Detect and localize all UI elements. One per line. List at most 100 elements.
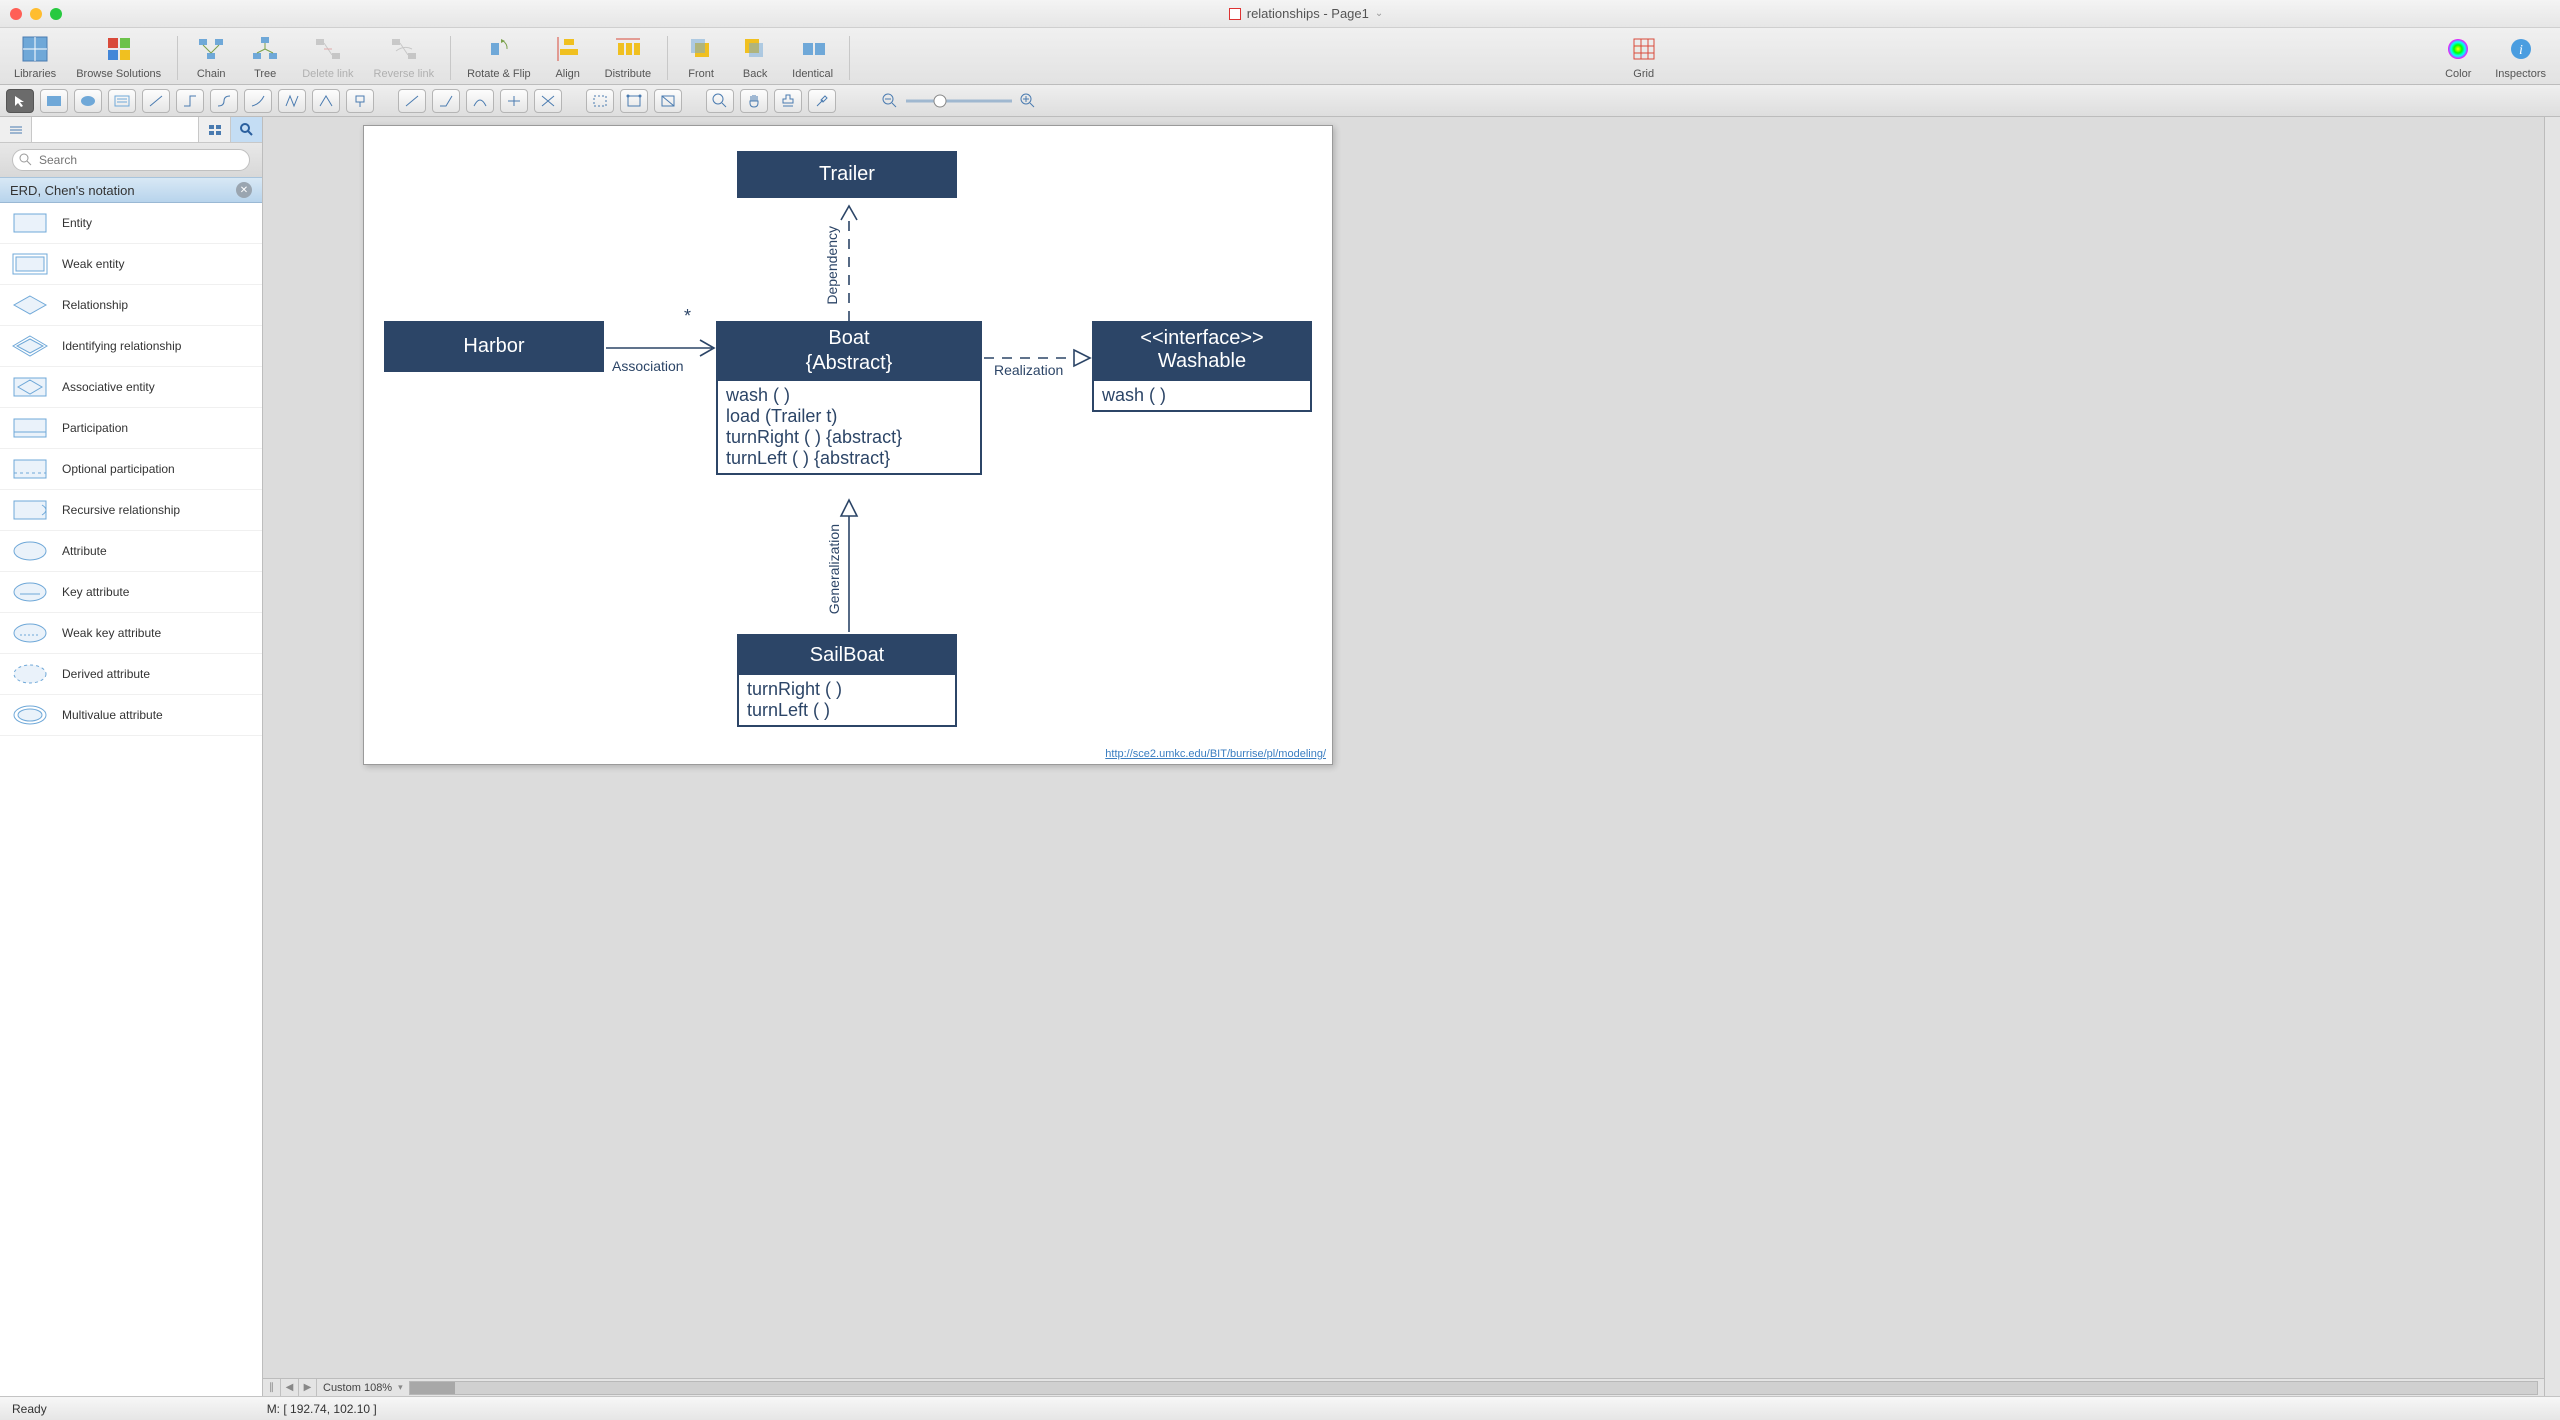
shape-item[interactable]: Relationship xyxy=(0,285,262,326)
dependency-label: Dependency xyxy=(824,226,840,305)
page-next-icon[interactable]: ▶ xyxy=(299,1379,317,1397)
line-tool-1[interactable] xyxy=(398,89,426,113)
shape-item[interactable]: Recursive relationship xyxy=(0,490,262,531)
search-icon xyxy=(19,153,33,167)
shape-item[interactable]: Participation xyxy=(0,408,262,449)
delete-link-label: Delete link xyxy=(302,68,353,84)
ellipse-tool[interactable] xyxy=(74,89,102,113)
shape-item[interactable]: Associative entity xyxy=(0,367,262,408)
back-button[interactable]: Back xyxy=(728,32,782,84)
conn-tool-7[interactable] xyxy=(346,89,374,113)
stamp-tool[interactable] xyxy=(774,89,802,113)
grid-view-icon[interactable] xyxy=(198,117,230,142)
conn-tool-6[interactable] xyxy=(312,89,340,113)
shape-item[interactable]: Identifying relationship xyxy=(0,326,262,367)
rotate-flip-label: Rotate & Flip xyxy=(467,68,531,84)
tool-palette xyxy=(0,85,2560,117)
window-controls xyxy=(10,8,62,20)
v-scrollbar[interactable] xyxy=(2544,117,2560,1396)
shape-item[interactable]: Multivalue attribute xyxy=(0,695,262,736)
conn-tool-2[interactable] xyxy=(176,89,204,113)
sidebar: ERD, Chen's notation ✕ Entity Weak entit… xyxy=(0,117,263,1396)
canvas-area[interactable]: Trailer Harbor Boat {Abstract} wash ( ) … xyxy=(263,117,2544,1378)
search-view-icon[interactable] xyxy=(230,117,262,142)
edit-tool-3[interactable] xyxy=(654,89,682,113)
footer-link[interactable]: http://sce2.umkc.edu/BIT/burrise/pl/mode… xyxy=(1105,748,1326,760)
close-window-icon[interactable] xyxy=(10,8,22,20)
pointer-tool[interactable] xyxy=(6,89,34,113)
h-scrollbar[interactable] xyxy=(409,1381,2538,1395)
zoom-in-icon[interactable] xyxy=(1020,93,1036,109)
shape-item[interactable]: Attribute xyxy=(0,531,262,572)
libraries-button[interactable]: Libraries xyxy=(4,32,66,84)
shape-item[interactable]: Weak entity xyxy=(0,244,262,285)
align-label: Align xyxy=(555,68,579,84)
pages-toggle-icon[interactable]: ∥ xyxy=(263,1379,281,1397)
title-dropdown-icon[interactable]: ⌄ xyxy=(1375,8,1383,19)
generalization-label: Generalization xyxy=(826,524,842,614)
conn-tool-1[interactable] xyxy=(142,89,170,113)
identical-label: Identical xyxy=(792,68,833,84)
identical-button[interactable]: Identical xyxy=(782,32,843,84)
rotate-flip-button[interactable]: Rotate & Flip xyxy=(457,32,541,84)
inspectors-button[interactable]: i Inspectors xyxy=(2485,32,2556,84)
close-section-icon[interactable]: ✕ xyxy=(236,182,252,198)
zoom-tool[interactable] xyxy=(706,89,734,113)
search-input[interactable] xyxy=(12,149,250,171)
conn-tool-4[interactable] xyxy=(244,89,272,113)
window-title: relationships - Page1 ⌄ xyxy=(62,6,2550,21)
eyedropper-tool[interactable] xyxy=(808,89,836,113)
line-tool-2[interactable] xyxy=(432,89,460,113)
shape-item[interactable]: Key attribute xyxy=(0,572,262,613)
document-icon xyxy=(1229,8,1241,20)
section-header[interactable]: ERD, Chen's notation ✕ xyxy=(0,177,262,203)
distribute-button[interactable]: Distribute xyxy=(595,32,661,84)
tree-button[interactable]: Tree xyxy=(238,32,292,84)
color-label: Color xyxy=(2445,68,2471,84)
connectors xyxy=(364,126,1334,766)
align-button[interactable]: Align xyxy=(541,32,595,84)
pan-tool[interactable] xyxy=(740,89,768,113)
canvas[interactable]: Trailer Harbor Boat {Abstract} wash ( ) … xyxy=(363,125,1333,765)
shape-item[interactable]: Entity xyxy=(0,203,262,244)
zoom-slider[interactable] xyxy=(882,93,1036,109)
zoom-level[interactable]: Custom 108% xyxy=(317,1382,398,1394)
conn-tool-5[interactable] xyxy=(278,89,306,113)
front-button[interactable]: Front xyxy=(674,32,728,84)
line-tool-5[interactable] xyxy=(534,89,562,113)
minimize-window-icon[interactable] xyxy=(30,8,42,20)
grid-label: Grid xyxy=(1633,68,1654,84)
color-button[interactable]: Color xyxy=(2431,32,2485,84)
browse-solutions-button[interactable]: Browse Solutions xyxy=(66,32,171,84)
tree-label: Tree xyxy=(254,68,276,84)
reverse-link-button: Reverse link xyxy=(364,32,445,84)
browse-label: Browse Solutions xyxy=(76,68,161,84)
shape-item[interactable]: Optional participation xyxy=(0,449,262,490)
chain-button[interactable]: Chain xyxy=(184,32,238,84)
shape-item[interactable]: Derived attribute xyxy=(0,654,262,695)
association-label: Association xyxy=(612,358,684,374)
sidebar-filter-input[interactable] xyxy=(32,117,198,142)
zoom-out-icon[interactable] xyxy=(882,93,898,109)
status-ready: Ready xyxy=(12,1402,47,1416)
conn-tool-3[interactable] xyxy=(210,89,238,113)
maximize-window-icon[interactable] xyxy=(50,8,62,20)
inspectors-label: Inspectors xyxy=(2495,68,2546,84)
section-title: ERD, Chen's notation xyxy=(10,183,135,198)
line-tool-3[interactable] xyxy=(466,89,494,113)
status-mouse: M: [ 192.74, 102.10 ] xyxy=(267,1402,377,1416)
reverse-link-label: Reverse link xyxy=(374,68,435,84)
status-bar: Ready M: [ 192.74, 102.10 ] xyxy=(0,1396,2560,1420)
bottom-bar: ∥ ◀ ▶ Custom 108% ▾ xyxy=(263,1378,2544,1396)
text-tool[interactable] xyxy=(108,89,136,113)
grid-button[interactable]: Grid xyxy=(1617,32,1671,84)
edit-tool-2[interactable] xyxy=(620,89,648,113)
edit-tool-1[interactable] xyxy=(586,89,614,113)
rect-tool[interactable] xyxy=(40,89,68,113)
line-tool-4[interactable] xyxy=(500,89,528,113)
libraries-label: Libraries xyxy=(14,68,56,84)
shape-item[interactable]: Weak key attribute xyxy=(0,613,262,654)
sidebar-options-icon[interactable] xyxy=(0,117,32,142)
page-prev-icon[interactable]: ◀ xyxy=(281,1379,299,1397)
chain-label: Chain xyxy=(197,68,226,84)
